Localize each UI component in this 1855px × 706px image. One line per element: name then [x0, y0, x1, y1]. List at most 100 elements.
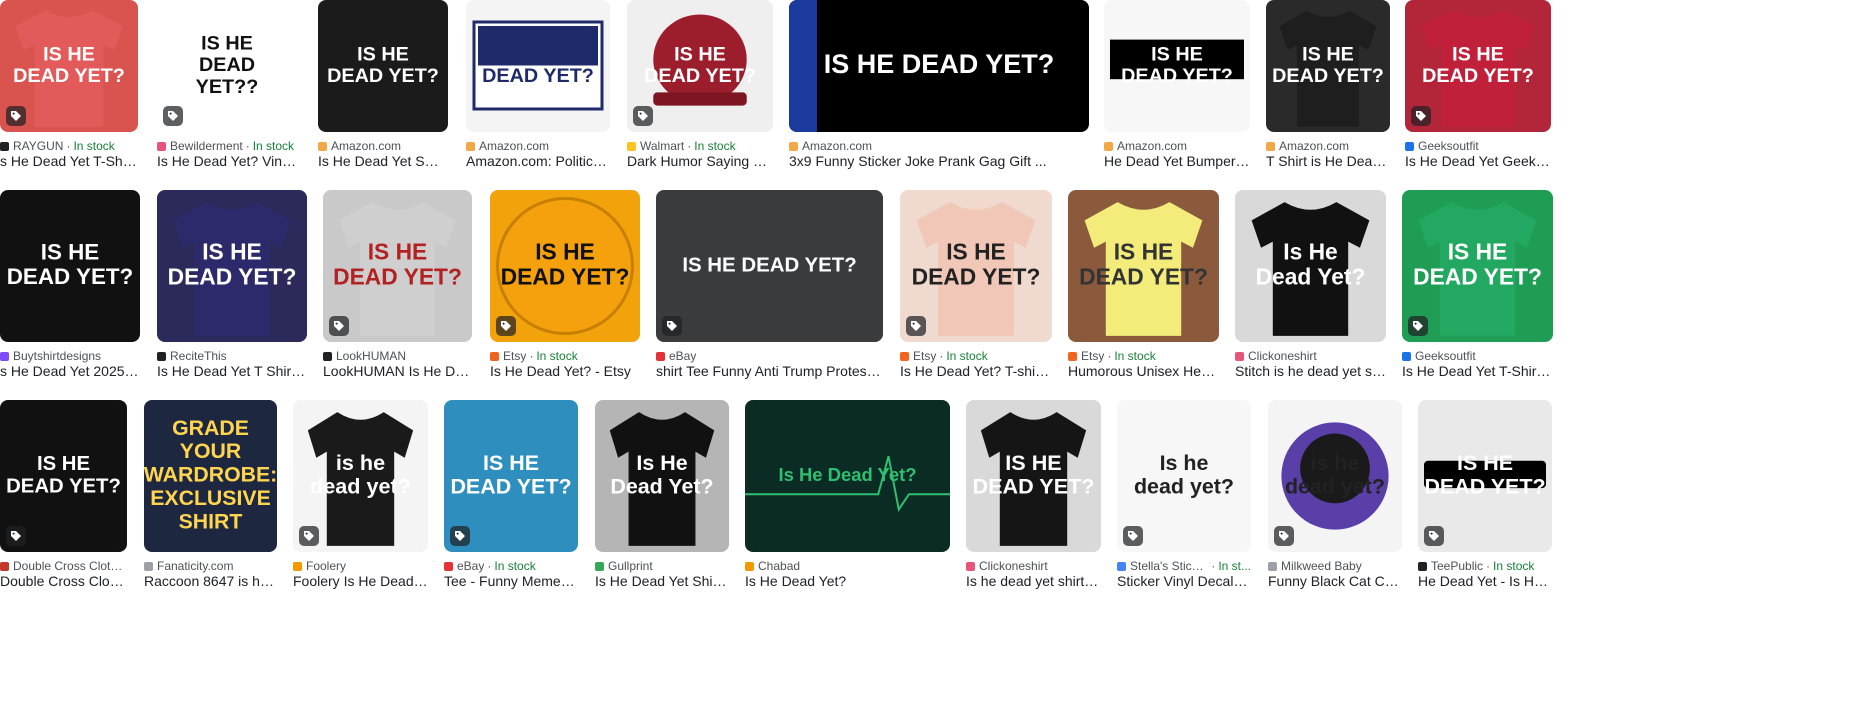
result-source[interactable]: Clickoneshirt	[1248, 349, 1317, 363]
result-source[interactable]: Amazon.com	[1117, 139, 1187, 153]
result-source[interactable]: RAYGUN	[13, 139, 63, 153]
tag-icon[interactable]	[1411, 106, 1431, 126]
result-source[interactable]: Milkweed Baby	[1281, 559, 1362, 573]
tag-icon[interactable]	[6, 526, 26, 546]
result-source[interactable]: Foolery	[306, 559, 346, 573]
image-result-card[interactable]: IS HE DEAD YET? ReciteThis Is He Dead Yet T…	[157, 190, 307, 383]
image-result-card[interactable]: IS HE DEAD YET? Amazon.com He Dead Yet Bump…	[1104, 0, 1250, 173]
result-title-link[interactable]: Is He Dead Yet Geek T-S...	[1405, 153, 1551, 171]
result-title-link[interactable]: Double Cross Clothin...	[0, 573, 127, 591]
result-thumbnail[interactable]: IS HE DEAD YET?	[318, 0, 448, 132]
image-result-card[interactable]: is he dead yet? Milkweed Baby Funny Black C…	[1268, 400, 1402, 593]
result-title-link[interactable]: Is He Dead Yet? Vinyl St...	[157, 153, 297, 171]
result-thumbnail[interactable]: IS HE DEAD YET?	[1402, 190, 1553, 342]
result-title-link[interactable]: shirt Tee Funny Anti Trump Protest ...	[656, 363, 883, 381]
result-title-link[interactable]: Amazon.com: Political ...	[466, 153, 610, 171]
result-thumbnail[interactable]: is he dead yet?	[293, 400, 428, 552]
result-title-link[interactable]: Is He Dead Yet T-Shirt Or...	[1402, 363, 1553, 381]
result-source[interactable]: Amazon.com	[1279, 139, 1349, 153]
result-thumbnail[interactable]: IS HE DEAD YET?	[0, 400, 127, 552]
result-title-link[interactable]: Foolery Is He Dead Ye...	[293, 573, 428, 591]
result-thumbnail[interactable]: is he dead yet?	[1268, 400, 1402, 552]
result-title-link[interactable]: Sticker Vinyl Decal W...	[1117, 573, 1251, 591]
result-thumbnail[interactable]: IS HE DEAD YET?	[444, 400, 578, 552]
tag-icon[interactable]	[496, 316, 516, 336]
result-source[interactable]: Amazon.com	[802, 139, 872, 153]
result-source[interactable]: Etsy	[913, 349, 936, 363]
result-thumbnail[interactable]: IS HE DEAD YET?	[1266, 0, 1390, 132]
result-title-link[interactable]: Funny Black Cat Coff...	[1268, 573, 1402, 591]
result-title-link[interactable]: LookHUMAN Is He Dead...	[323, 363, 472, 381]
result-title-link[interactable]: He Dead Yet - Is He D...	[1418, 573, 1552, 591]
result-source[interactable]: ReciteThis	[170, 349, 227, 363]
result-thumbnail[interactable]: IS HE DEAD YET?	[0, 0, 138, 132]
image-result-card[interactable]: Is He Dead Yet? Gullprint Is He Dead Yet Sh…	[595, 400, 729, 593]
result-thumbnail[interactable]: Is he dead yet?	[1117, 400, 1251, 552]
result-thumbnail[interactable]: IS HE DEAD YET?	[966, 400, 1101, 552]
result-title-link[interactable]: Stitch is he dead yet shir...	[1235, 363, 1386, 381]
tag-icon[interactable]	[163, 106, 183, 126]
result-thumbnail[interactable]: IS HE DEAD YET?	[789, 0, 1089, 132]
result-thumbnail[interactable]: Is He Dead Yet?	[595, 400, 729, 552]
result-title-link[interactable]: Raccoon 8647 is he d...	[144, 573, 277, 591]
image-result-card[interactable]: IS HE DEAD YET? RAYGUN · In stock s He Dead Y…	[0, 0, 138, 173]
image-result-card[interactable]: Is he dead yet? Stella's Stickers · In st...…	[1117, 400, 1251, 593]
result-source[interactable]: Geeksoutfit	[1418, 139, 1479, 153]
result-source[interactable]: Fanaticity.com	[157, 559, 233, 573]
tag-icon[interactable]	[906, 316, 926, 336]
result-source[interactable]: Walmart	[640, 139, 684, 153]
result-thumbnail[interactable]: IS HE DEAD YET?	[490, 190, 640, 342]
result-thumbnail[interactable]: IS HE DEAD YET?	[0, 190, 140, 342]
result-thumbnail[interactable]: Is He Dead Yet?	[745, 400, 950, 552]
image-result-card[interactable]: IS HE DEAD YET? eBay shirt Tee Funny Anti …	[656, 190, 883, 383]
result-source[interactable]: Amazon.com	[331, 139, 401, 153]
image-result-card[interactable]: IS HE DEAD YET? Amazon.com Is He Dead Yet S…	[318, 0, 448, 173]
result-source[interactable]: Bewilderment	[170, 139, 243, 153]
result-source[interactable]: Stella's Stickers	[1130, 559, 1208, 573]
tag-icon[interactable]	[299, 526, 319, 546]
result-title-link[interactable]: 3x9 Funny Sticker Joke Prank Gag Gift ..…	[789, 153, 1089, 171]
result-title-link[interactable]: Dark Humor Saying Em...	[627, 153, 773, 171]
image-result-card[interactable]: IS HE DEAD YET? Geeksoutfit Is He Dead Yet …	[1402, 190, 1553, 383]
result-title-link[interactable]: Is He Dead Yet?	[745, 573, 950, 591]
result-title-link[interactable]: Is He Dead Yet T Shirt, J...	[157, 363, 307, 381]
result-source[interactable]: eBay	[669, 349, 696, 363]
result-title-link[interactable]: Humorous Unisex Heavy...	[1068, 363, 1219, 381]
result-thumbnail[interactable]: IS HE DEAD YET?	[627, 0, 773, 132]
image-result-card[interactable]: GRADE YOUR WARDROBE: EXCLUSIVE SHIRT Fanatici…	[144, 400, 277, 593]
result-thumbnail[interactable]: IS HE DEAD YET?	[1418, 400, 1552, 552]
result-source[interactable]: Chabad	[758, 559, 800, 573]
image-result-card[interactable]: IS HE DEAD YET?? Bewilderment · In stock Is He…	[157, 0, 297, 173]
image-result-card[interactable]: IS HE DEAD YET? eBay · In stock Tee - Funny M…	[444, 400, 578, 593]
image-result-card[interactable]: IS HE DEAD YET? Buytshirtdesigns s He Dead …	[0, 190, 140, 383]
tag-icon[interactable]	[1274, 526, 1294, 546]
result-title-link[interactable]: Is He Dead Yet? - Etsy	[490, 363, 640, 381]
result-title-link[interactable]: s He Dead Yet 2025 T-S...	[0, 363, 140, 381]
result-source[interactable]: LookHUMAN	[336, 349, 406, 363]
image-result-card[interactable]: Is He Dead Yet? Chabad Is He Dead Yet?	[745, 400, 950, 593]
result-thumbnail[interactable]: IS HE DEAD YET?	[900, 190, 1052, 342]
result-source[interactable]: Geeksoutfit	[1415, 349, 1476, 363]
image-result-card[interactable]: IS HE DEAD YET? Etsy · In stock Humorous Unis…	[1068, 190, 1219, 383]
result-thumbnail[interactable]: IS HE DEAD YET?	[1405, 0, 1551, 132]
result-thumbnail[interactable]: IS HE DEAD YET?	[1104, 0, 1250, 132]
result-title-link[interactable]: Is He Dead Yet Shirt - ...	[595, 573, 729, 591]
image-result-card[interactable]: IS HEDEAD YET? Double Cross Clothing...Do…	[0, 400, 127, 593]
tag-icon[interactable]	[662, 316, 682, 336]
tag-icon[interactable]	[1408, 316, 1428, 336]
image-result-card[interactable]: is he dead yet? Foolery Foolery Is He Dead …	[293, 400, 428, 593]
result-title-link[interactable]: Is he dead yet shirt, h...	[966, 573, 1101, 591]
tag-icon[interactable]	[1123, 526, 1143, 546]
image-result-card[interactable]: IS HE DEAD YET? Amazon.com Amazon.com: Poli…	[466, 0, 610, 173]
image-result-card[interactable]: IS HE DEAD YET? LookHUMAN LookHUMAN Is He D…	[323, 190, 472, 383]
result-title-link[interactable]: Tee - Funny Meme Un...	[444, 573, 578, 591]
result-thumbnail[interactable]: GRADE YOUR WARDROBE: EXCLUSIVE SHIRT	[144, 400, 277, 552]
result-title-link[interactable]: Is He Dead Yet? T-shirt, D...	[900, 363, 1052, 381]
result-thumbnail[interactable]: IS HE DEAD YET?	[157, 190, 307, 342]
result-title-link[interactable]: T Shirt is He Dead Y...	[1266, 153, 1390, 171]
result-source[interactable]: eBay	[457, 559, 484, 573]
result-thumbnail[interactable]: IS HE DEAD YET?	[323, 190, 472, 342]
result-source[interactable]: Gullprint	[608, 559, 653, 573]
result-title-link[interactable]: Is He Dead Yet Sweat...	[318, 153, 448, 171]
result-source[interactable]: Amazon.com	[479, 139, 549, 153]
